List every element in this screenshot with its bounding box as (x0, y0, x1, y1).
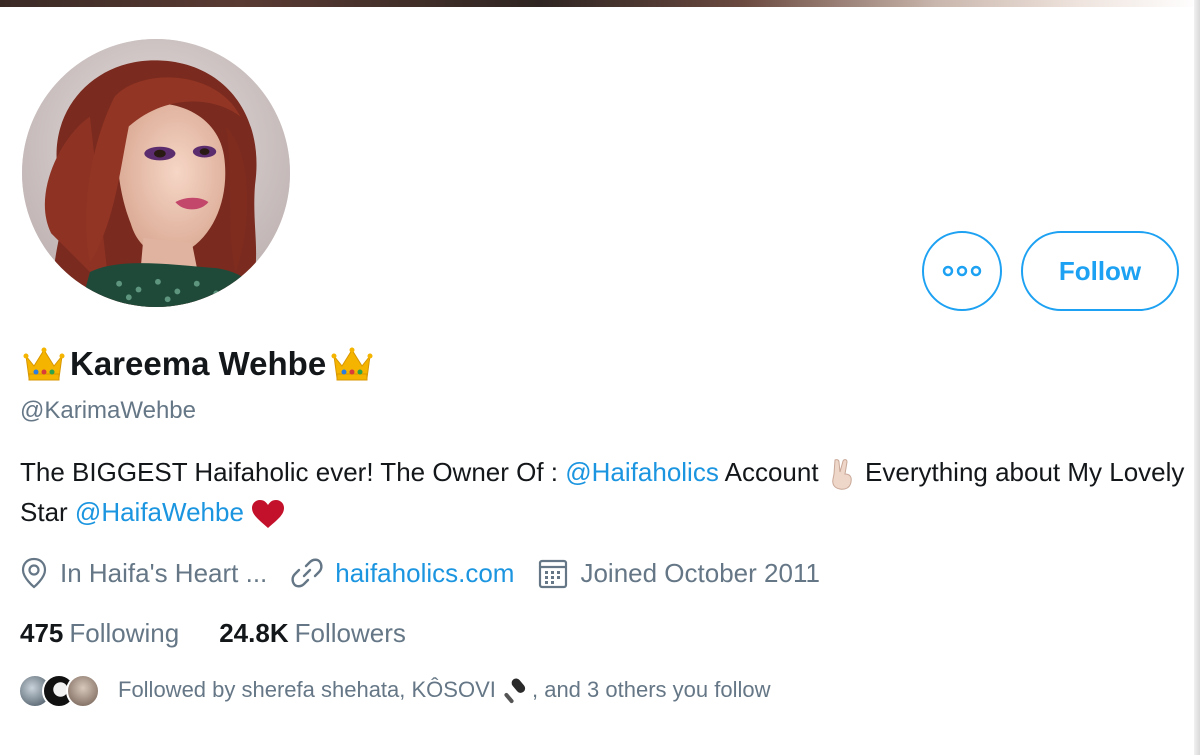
profile-bio: The BIGGEST Haifaholic ever! The Owner O… (20, 452, 1185, 532)
profile-avatar[interactable] (18, 35, 294, 311)
mention-link[interactable]: @Haifaholics (565, 457, 719, 487)
location-pin-icon (21, 557, 47, 589)
following-label: Following (69, 617, 180, 648)
location-item: In Haifa's Heart ... (20, 557, 267, 589)
red-heart-emoji-icon (252, 500, 285, 529)
location-text: In Haifa's Heart ... (60, 557, 268, 588)
header-banner[interactable] (0, 0, 1200, 7)
followers-label: Followers (294, 617, 406, 648)
followed-by-text-a: Followed by sherefa shehata, KÔSOVI (118, 676, 502, 702)
display-name-row: Kareema Wehbe (22, 340, 374, 388)
followers-count: 24.8K (219, 617, 289, 648)
website-item[interactable]: haifaholics.com (291, 557, 514, 589)
follower-avatars (18, 672, 100, 710)
joined-text: Joined October 2011 (580, 557, 820, 588)
bio-text: Account (718, 457, 826, 487)
link-icon (291, 558, 323, 588)
bio-text: The BIGGEST Haifaholic ever! The Owner O… (20, 457, 566, 487)
bio-text (244, 497, 251, 527)
microphone-emoji-icon (504, 678, 526, 704)
followers-stat[interactable]: 24.8K Followers (219, 618, 406, 649)
followed-by-row[interactable]: Followed by sherefa shehata, KÔSOVI , an… (18, 670, 770, 712)
profile-meta: In Haifa's Heart ... haifaholics.com Joi… (20, 553, 844, 593)
joined-item: Joined October 2011 (538, 557, 820, 589)
avatar-photo (22, 39, 290, 307)
more-options-button[interactable] (922, 231, 1002, 311)
more-options-icon (942, 265, 982, 277)
display-name: Kareema Wehbe (70, 345, 327, 382)
follower-avatar (66, 674, 100, 708)
crown-emoji-icon (23, 347, 65, 381)
following-stat[interactable]: 475 Following (20, 618, 179, 649)
followed-by-text-b: , and 3 others you follow (531, 676, 771, 702)
mention-link[interactable]: @HaifaWehbe (75, 497, 244, 527)
user-handle: @KarimaWehbe (20, 397, 196, 424)
profile-page: Follow Kareema Wehbe @KarimaWehbe The BI… (0, 0, 1200, 755)
followed-by-text: Followed by sherefa shehata, KÔSOVI , an… (118, 676, 770, 706)
follow-button[interactable]: Follow (1021, 231, 1179, 311)
following-count: 475 (20, 617, 64, 648)
calendar-icon (539, 559, 568, 589)
website-link[interactable]: haifaholics.com (335, 558, 514, 589)
profile-stats: 475 Following 24.8K Followers (20, 613, 446, 653)
crown-emoji-icon (331, 347, 373, 381)
victory-hand-emoji-icon (832, 459, 852, 490)
